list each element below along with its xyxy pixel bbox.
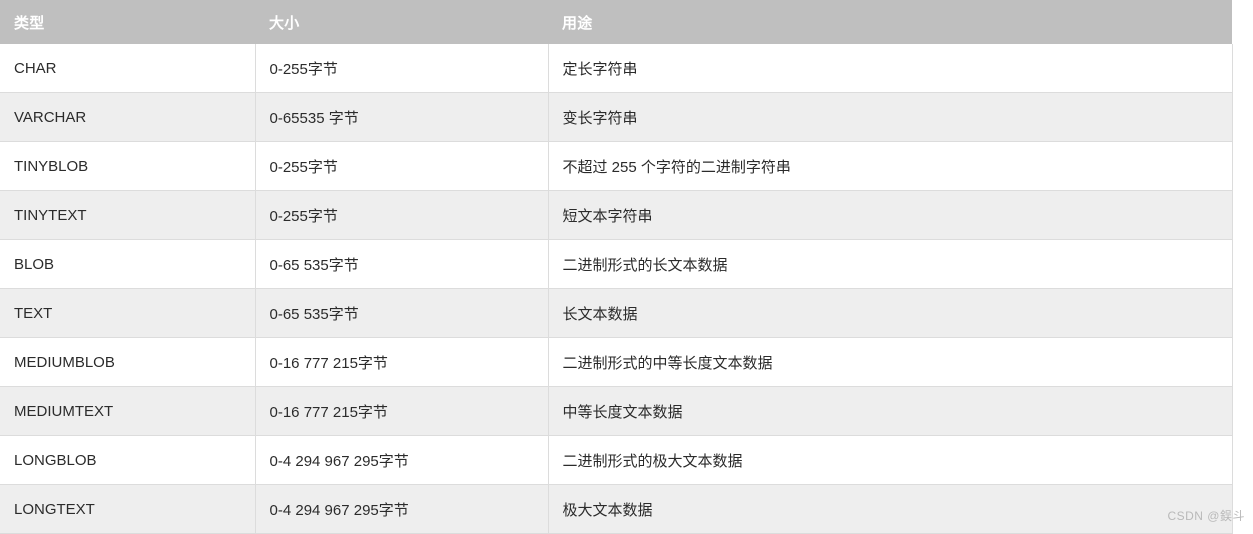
cell-type: LONGTEXT: [0, 484, 256, 534]
cell-type: TEXT: [0, 288, 256, 338]
cell-type: TINYTEXT: [0, 190, 256, 240]
cell-usage: 变长字符串: [548, 92, 1233, 142]
cell-size: 0-255字节: [255, 141, 549, 191]
cell-usage: 二进制形式的长文本数据: [548, 239, 1233, 289]
table-row: MEDIUMBLOB 0-16 777 215字节 二进制形式的中等长度文本数据: [0, 337, 1233, 387]
column-header-size: 大小: [255, 0, 548, 44]
cell-usage: 二进制形式的极大文本数据: [548, 435, 1233, 485]
cell-usage: 短文本字符串: [548, 190, 1233, 240]
cell-usage: 长文本数据: [548, 288, 1233, 338]
column-header-usage: 用途: [548, 0, 1232, 44]
cell-usage: 定长字符串: [548, 44, 1233, 93]
table-row: LONGBLOB 0-4 294 967 295字节 二进制形式的极大文本数据: [0, 435, 1233, 485]
table-row: TINYBLOB 0-255字节 不超过 255 个字符的二进制字符串: [0, 141, 1233, 191]
cell-type: VARCHAR: [0, 92, 256, 142]
cell-usage: 不超过 255 个字符的二进制字符串: [548, 141, 1233, 191]
table-row: BLOB 0-65 535字节 二进制形式的长文本数据: [0, 239, 1233, 289]
cell-type: CHAR: [0, 44, 256, 93]
page-root: 类型 大小 用途 CHAR 0-255字节 定长字符串 VARCHAR 0-65…: [0, 0, 1253, 534]
table-row: CHAR 0-255字节 定长字符串: [0, 44, 1233, 93]
cell-size: 0-255字节: [255, 190, 549, 240]
column-header-type: 类型: [0, 0, 255, 44]
table-row: TEXT 0-65 535字节 长文本数据: [0, 288, 1233, 338]
cell-size: 0-65535 字节: [255, 92, 549, 142]
cell-size: 0-65 535字节: [255, 288, 549, 338]
cell-type: MEDIUMBLOB: [0, 337, 256, 387]
mysql-string-datatypes-table: 类型 大小 用途 CHAR 0-255字节 定长字符串 VARCHAR 0-65…: [0, 0, 1233, 534]
cell-usage: 极大文本数据: [548, 484, 1233, 534]
cell-type: TINYBLOB: [0, 141, 256, 191]
cell-size: 0-255字节: [255, 44, 549, 93]
cell-usage: 二进制形式的中等长度文本数据: [548, 337, 1233, 387]
table-header-row: 类型 大小 用途: [0, 0, 1232, 44]
table-row: MEDIUMTEXT 0-16 777 215字节 中等长度文本数据: [0, 386, 1233, 436]
cell-type: MEDIUMTEXT: [0, 386, 256, 436]
cell-size: 0-16 777 215字节: [255, 337, 549, 387]
cell-usage: 中等长度文本数据: [548, 386, 1233, 436]
table-row: VARCHAR 0-65535 字节 变长字符串: [0, 92, 1233, 142]
table-row: LONGTEXT 0-4 294 967 295字节 极大文本数据: [0, 484, 1233, 534]
cell-size: 0-4 294 967 295字节: [255, 484, 549, 534]
cell-size: 0-16 777 215字节: [255, 386, 549, 436]
table-body: CHAR 0-255字节 定长字符串 VARCHAR 0-65535 字节 变长…: [0, 44, 1233, 534]
table-header: 类型 大小 用途: [0, 0, 1232, 44]
cell-size: 0-65 535字节: [255, 239, 549, 289]
cell-type: BLOB: [0, 239, 256, 289]
cell-type: LONGBLOB: [0, 435, 256, 485]
cell-size: 0-4 294 967 295字节: [255, 435, 549, 485]
table-row: TINYTEXT 0-255字节 短文本字符串: [0, 190, 1233, 240]
